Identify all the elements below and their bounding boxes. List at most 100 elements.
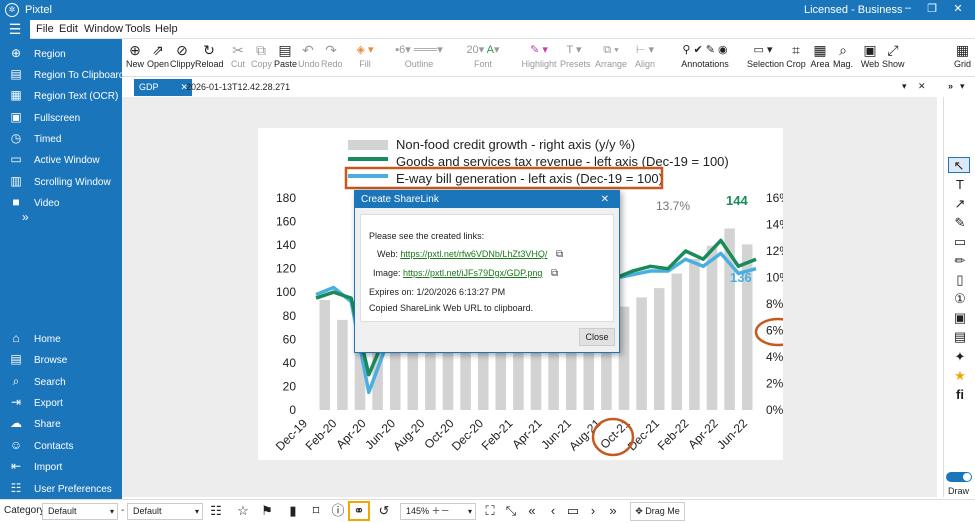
star-icon[interactable]: ☆ <box>235 503 251 519</box>
sidebar-item-region-ocr[interactable]: ▦ Region Text (OCR) <box>8 87 118 103</box>
page-view-icon[interactable]: ▭ <box>565 503 581 519</box>
menu-tools[interactable]: Tools <box>125 23 151 35</box>
tab-dropdown-icon[interactable]: ▾ <box>902 81 907 92</box>
highlight-group[interactable]: ✎ ▾ Highlight <box>519 42 559 69</box>
sidebar-item-search[interactable]: ⌕ Search <box>8 373 66 389</box>
zoom-out-icon[interactable]: － <box>441 506 450 516</box>
style-dropdown[interactable]: Default ▾ <box>127 503 203 520</box>
tab-overflow-arrow-icon[interactable]: ▾ <box>960 81 965 92</box>
undo-button[interactable]: ↶ Undo <box>298 42 320 69</box>
rectangle-tool-icon[interactable]: ▭ <box>952 234 968 250</box>
drag-me-button[interactable]: ✥ Drag Me <box>630 502 685 521</box>
align-group[interactable]: ⊢ ▾ Align <box>628 42 662 69</box>
star-tool-icon[interactable]: ★ <box>952 368 968 384</box>
bookmark-icon[interactable]: ▮ <box>285 503 301 519</box>
info-icon[interactable]: ⓘ <box>330 503 346 519</box>
sidebar-item-contacts[interactable]: ☺ Contacts <box>8 437 74 453</box>
restore-icon[interactable]: ❐ <box>924 2 940 15</box>
draw-toggle[interactable] <box>946 472 972 482</box>
font-effect-tool-icon[interactable]: fi <box>952 387 968 403</box>
hamburger-menu-icon[interactable]: ☰ <box>0 20 30 39</box>
next-page-icon[interactable]: › <box>585 503 601 519</box>
history-icon[interactable]: ↺ <box>376 503 392 519</box>
paste-button[interactable]: ▤ Paste <box>274 42 297 69</box>
crop-button[interactable]: ⌗ Crop <box>786 42 806 69</box>
area-button[interactable]: ▦ Area <box>810 42 830 69</box>
expand-chevron-icon[interactable]: » <box>22 210 29 224</box>
sparkle-tool-icon[interactable]: ✦ <box>952 349 968 365</box>
note-tool-icon[interactable]: ▯ <box>952 272 968 288</box>
copy-image-link-icon[interactable]: ⧉ <box>551 268 558 279</box>
fill-group[interactable]: ◈ ▾ Fill <box>348 42 382 69</box>
last-page-icon[interactable]: » <box>605 503 621 519</box>
zoom-control[interactable]: 145% ＋－ ▾ <box>400 503 476 520</box>
tab-close-icon[interactable]: ✕ <box>918 81 926 92</box>
arrange-group[interactable]: ⧉ ▾ Arrange <box>594 42 628 69</box>
tab-overflow-icon[interactable]: » <box>948 81 953 91</box>
x-axis-tick: Jun-22 <box>714 416 750 452</box>
image-tool-icon[interactable]: ▣ <box>952 310 968 326</box>
tag-icon[interactable]: ⌑ <box>308 503 324 519</box>
menu-bar: ☰ File Edit Window Tools Help <box>0 20 975 39</box>
step-counter-tool-icon[interactable]: ① <box>952 291 968 307</box>
annotations-group[interactable]: ⚲ ✔ ✎ ◉ Annotations <box>668 42 742 69</box>
properties-icon[interactable]: ☷ <box>208 503 224 519</box>
menu-file[interactable]: File <box>36 23 54 35</box>
image-link[interactable]: https://pxtl.net/iJFs79Dgx/GDP.png <box>403 268 542 278</box>
sidebar-item-export[interactable]: ⇥ Export <box>8 394 63 410</box>
sidebar-item-import[interactable]: ⇤ Import <box>8 458 62 474</box>
arrow-tool-icon[interactable]: ↗ <box>952 196 968 212</box>
menu-help[interactable]: Help <box>155 23 178 35</box>
sidebar-item-user-preferences[interactable]: ☷ User Preferences <box>8 480 112 496</box>
outline-group[interactable]: ▪6▾ ═══▾ Outline <box>386 42 452 69</box>
show-button[interactable]: ⤢ Show <box>882 42 905 69</box>
sidebar-item-video[interactable]: ■ Video <box>8 194 59 210</box>
close-button[interactable]: Close <box>579 328 615 346</box>
first-page-icon[interactable]: « <box>524 503 540 519</box>
minimize-icon[interactable]: – <box>900 2 916 14</box>
flag-icon[interactable]: ⚑ <box>259 503 275 519</box>
tab-gdp[interactable]: GDP ✕ <box>134 79 192 96</box>
sharelink-icon[interactable]: ⚭ <box>348 501 370 521</box>
category-dropdown[interactable]: Default ▾ <box>42 503 118 520</box>
menu-window[interactable]: Window <box>84 23 123 35</box>
menu-edit[interactable]: Edit <box>59 23 78 35</box>
dialog-header: Create ShareLink ✕ <box>355 191 619 208</box>
prev-page-icon[interactable]: ‹ <box>545 503 561 519</box>
sidebar-item-scrolling-window[interactable]: ▥ Scrolling Window <box>8 173 110 189</box>
clippy-button[interactable]: ⊘ Clippy <box>170 42 195 69</box>
fit-icon[interactable]: ⛶ <box>482 503 498 519</box>
presets-group[interactable]: T ▾ Presets <box>560 42 591 69</box>
sidebar-item-region[interactable]: ⊕ Region <box>8 45 66 61</box>
magnifier-button[interactable]: ⌕ Mag. <box>832 42 854 69</box>
sidebar-item-home[interactable]: ⌂ Home <box>8 330 60 346</box>
grid-button[interactable]: ▦ Grid <box>954 42 971 69</box>
web-link[interactable]: https://pxtl.net/rfw6VDNb/LhZt3VHQ/ <box>400 249 547 259</box>
selection-group[interactable]: ▭ ▾ Selection <box>747 42 784 69</box>
pointer-tool-icon[interactable]: ↖ <box>948 157 970 173</box>
sidebar-item-region-to-clipboard[interactable]: ▤ Region To Clipboard <box>8 66 124 82</box>
sidebar-item-share[interactable]: ☁ Share <box>8 415 61 431</box>
copy-button[interactable]: ⧉ Copy <box>251 42 272 69</box>
marker-tool-icon[interactable]: ✏ <box>952 253 968 269</box>
sidebar-item-active-window[interactable]: ▭ Active Window <box>8 151 99 167</box>
sidebar-item-timed[interactable]: ◷ Timed <box>8 130 62 146</box>
dialog-close-icon[interactable]: ✕ <box>601 191 609 208</box>
sidebar-item-browse[interactable]: ▤ Browse <box>8 351 67 367</box>
new-button[interactable]: ⊕ New <box>126 42 144 69</box>
cut-button[interactable]: ✂ Cut <box>231 42 245 69</box>
web-button[interactable]: ▣ Web <box>860 42 880 69</box>
sidebar-item-fullscreen[interactable]: ▣ Fullscreen <box>8 109 80 125</box>
font-group[interactable]: 20▾ A▾ Font <box>454 42 512 69</box>
redo-button[interactable]: ↷ Redo <box>321 42 343 69</box>
reload-button[interactable]: ↻ Reload <box>195 42 224 69</box>
close-window-icon[interactable]: ✕ <box>950 2 966 15</box>
stamp-tool-icon[interactable]: ▤ <box>952 329 968 345</box>
text-tool-icon[interactable]: T <box>952 177 968 193</box>
copy-web-link-icon[interactable]: ⧉ <box>556 249 563 260</box>
fullscreen-view-icon[interactable]: ⤡ <box>503 503 519 519</box>
zoom-in-icon[interactable]: ＋ <box>432 506 441 516</box>
pen-tool-icon[interactable]: ✎ <box>952 215 968 231</box>
left-axis-tick: 160 <box>276 215 296 229</box>
open-button[interactable]: ⇗ Open <box>146 42 170 69</box>
